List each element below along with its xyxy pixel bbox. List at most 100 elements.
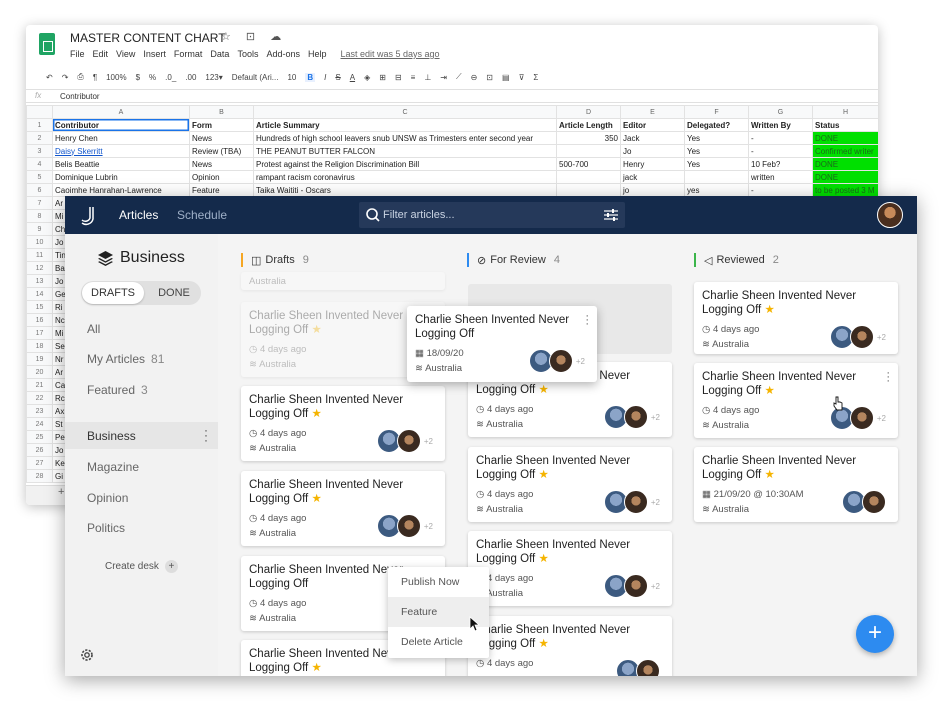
card-options-icon[interactable]: · · ·: [585, 311, 589, 330]
cell[interactable]: Editor: [620, 118, 685, 132]
status-cell[interactable]: to be posted 3 M: [812, 183, 878, 197]
drafts-done-toggle[interactable]: DRAFTS DONE: [81, 281, 201, 305]
menu-addons[interactable]: Add-ons: [266, 49, 300, 59]
row-number[interactable]: 27: [26, 456, 53, 470]
row-number[interactable]: 13: [26, 274, 53, 288]
desk-item-opinion[interactable]: Opinion: [87, 491, 128, 505]
menu-edit[interactable]: Edit: [93, 49, 109, 59]
status-cell[interactable]: DONE: [812, 170, 878, 184]
menu-insert[interactable]: Insert: [143, 49, 166, 59]
row-number[interactable]: 7: [26, 196, 53, 210]
menu-data[interactable]: Data: [210, 49, 229, 59]
article-card-partial[interactable]: Australia: [241, 272, 445, 290]
new-article-fab[interactable]: +: [856, 615, 894, 653]
toggle-drafts[interactable]: DRAFTS: [82, 282, 144, 304]
cell[interactable]: Yes: [684, 157, 749, 171]
functions-button[interactable]: Σ: [533, 73, 538, 82]
desk-item-business[interactable]: Business · · ·: [65, 422, 218, 449]
cell[interactable]: Contributor: [52, 118, 190, 132]
toggle-done[interactable]: DONE: [151, 281, 197, 305]
cell[interactable]: written: [748, 170, 813, 184]
cell[interactable]: Protest against the Religion Discriminat…: [253, 157, 557, 171]
cell[interactable]: -: [748, 183, 813, 197]
align-icon[interactable]: ≡: [411, 73, 416, 82]
filter-all[interactable]: All: [87, 322, 100, 336]
chart-icon[interactable]: ▤: [502, 73, 510, 82]
cell[interactable]: Jo: [620, 144, 685, 158]
row-number[interactable]: 25: [26, 430, 53, 444]
row-number[interactable]: 19: [26, 352, 53, 366]
more-formats-button[interactable]: 123▾: [205, 73, 222, 82]
row-number[interactable]: 20: [26, 365, 53, 379]
row-number[interactable]: 17: [26, 326, 53, 340]
row-number[interactable]: 4: [26, 157, 53, 171]
cell[interactable]: Opinion: [189, 170, 254, 184]
cell[interactable]: Belis Beattie: [52, 157, 190, 171]
cell[interactable]: [556, 170, 621, 184]
menu-view[interactable]: View: [116, 49, 135, 59]
add-sheet-button[interactable]: +: [58, 486, 64, 498]
cell[interactable]: THE PEANUT BUTTER FALCON: [253, 144, 557, 158]
redo-icon[interactable]: ↷: [62, 73, 69, 82]
increase-decimal-button[interactable]: .00: [185, 73, 196, 82]
article-card[interactable]: Charlie Sheen Invented Never Logging Off…: [468, 447, 672, 522]
row-number[interactable]: 24: [26, 417, 53, 431]
strikethrough-button[interactable]: S: [335, 73, 340, 82]
column-header[interactable]: B: [189, 105, 254, 119]
cell[interactable]: Yes: [684, 144, 749, 158]
cell[interactable]: jo: [620, 183, 685, 197]
row-number[interactable]: 23: [26, 404, 53, 418]
article-card[interactable]: Charlie Sheen Invented Never Logging Off…: [694, 282, 898, 354]
cell[interactable]: rampant racism coronavirus: [253, 170, 557, 184]
desk-options-icon[interactable]: · · ·: [204, 424, 208, 446]
article-card[interactable]: Charlie Sheen Invented Never Logging Off…: [241, 471, 445, 546]
row-number[interactable]: 3: [26, 144, 53, 158]
rotate-icon[interactable]: ⟋: [456, 72, 462, 82]
article-card[interactable]: Charlie Sheen Invented Never Logging Off…: [468, 531, 672, 606]
cell[interactable]: Jack: [620, 131, 685, 145]
row-number[interactable]: 11: [26, 248, 53, 262]
cell[interactable]: News: [189, 157, 254, 171]
row-number[interactable]: 14: [26, 287, 53, 301]
menu-tools[interactable]: Tools: [237, 49, 258, 59]
paint-format-icon[interactable]: ¶: [93, 73, 97, 82]
cell[interactable]: Dominique Lubrin: [52, 170, 190, 184]
desk-item-politics[interactable]: Politics: [87, 521, 125, 535]
column-header[interactable]: D: [556, 105, 621, 119]
row-number[interactable]: 5: [26, 170, 53, 184]
link-icon[interactable]: ⊖: [471, 73, 478, 82]
zoom-select[interactable]: 100%: [106, 73, 126, 82]
column-header[interactable]: E: [620, 105, 685, 119]
row-number[interactable]: 12: [26, 261, 53, 275]
cell[interactable]: -: [748, 131, 813, 145]
font-select[interactable]: Default (Ari...: [232, 73, 279, 82]
cell[interactable]: Hundreds of high school leavers snub UNS…: [253, 131, 557, 145]
comment-icon[interactable]: ⊡: [486, 73, 493, 82]
decrease-decimal-button[interactable]: .0_: [165, 73, 176, 82]
bold-button[interactable]: B: [305, 72, 316, 82]
cell[interactable]: [556, 183, 621, 197]
column-header[interactable]: F: [684, 105, 749, 119]
row-number[interactable]: 26: [26, 443, 53, 457]
cell[interactable]: Status: [812, 118, 878, 132]
font-size-select[interactable]: 10: [287, 73, 296, 82]
print-icon[interactable]: ⎙: [77, 72, 83, 82]
valign-icon[interactable]: ⊥: [424, 73, 431, 82]
article-card-being-dragged[interactable]: Charlie Sheen Invented Never Logging Off…: [407, 306, 597, 382]
spreadsheet-grid[interactable]: A B C D E F G H 1 Contributor Form Artic…: [26, 105, 878, 197]
cell[interactable]: Form: [189, 118, 254, 132]
filter-featured[interactable]: Featured 3: [87, 383, 148, 397]
create-desk-button[interactable]: Create desk +: [105, 560, 178, 573]
cell[interactable]: Review (TBA): [189, 144, 254, 158]
cell[interactable]: [684, 170, 749, 184]
star-folder-cloud-icons[interactable]: ☆ ⊡ ☁: [221, 30, 287, 43]
column-header[interactable]: C: [253, 105, 557, 119]
column-header[interactable]: A: [52, 105, 190, 119]
cell[interactable]: Delegated?: [684, 118, 749, 132]
column-header[interactable]: G: [748, 105, 813, 119]
menu-help[interactable]: Help: [308, 49, 327, 59]
corner-cell[interactable]: [26, 105, 53, 119]
merge-icon[interactable]: ⊟: [395, 73, 402, 82]
filter-icon[interactable]: ⊽: [519, 73, 525, 82]
user-avatar[interactable]: [877, 202, 903, 228]
